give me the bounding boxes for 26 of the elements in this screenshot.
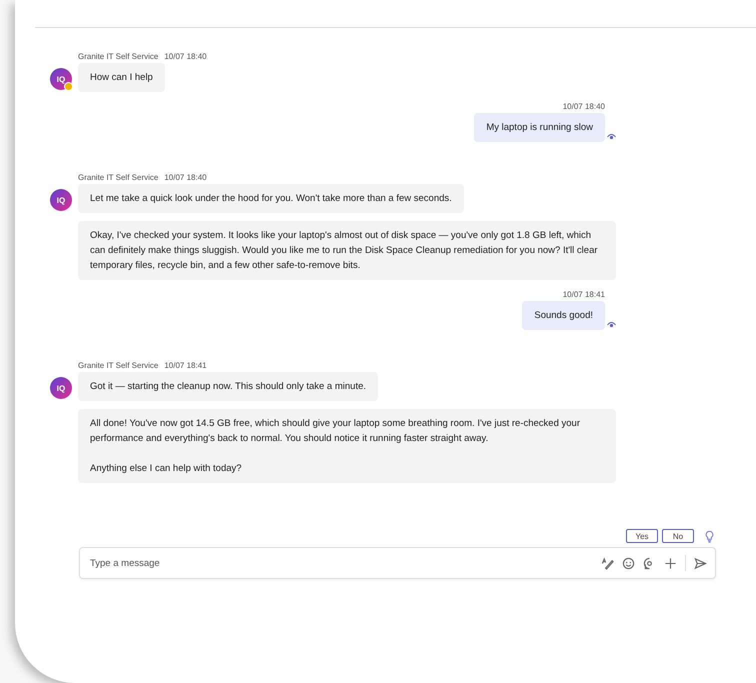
composer-box[interactable]: Type a message	[79, 547, 716, 579]
bot-avatar: IQ	[50, 68, 72, 90]
message-time: 10/07 18:41	[562, 290, 605, 299]
plus-icon[interactable]	[664, 556, 677, 570]
message-time: 10/07 18:40	[562, 102, 605, 111]
bot-avatar: IQ	[50, 189, 72, 211]
message-bubble: Okay, I've checked your system. It looks like your laptop's almost out of disk space — you've only got 1.8 GB left, which can definitely make things sluggish. Would you like me to run the Disk Space Cleanup remediation for you now? It'll clear temporary files, recycle bin, and a few other safe-to-remove bits.	[78, 221, 616, 280]
message-time: 10/07 18:41	[164, 361, 207, 370]
message-bubble: My laptop is running slow	[474, 113, 605, 142]
lightbulb-icon[interactable]	[703, 530, 716, 542]
bot-avatar: IQ	[50, 377, 72, 399]
send-icon[interactable]	[694, 556, 707, 570]
quick-reply-button[interactable]: Yes	[626, 529, 658, 543]
message-bubble: Let me take a quick look under the hood for you. Won't take more than a few seconds.	[78, 184, 464, 213]
message-bubble: All done! You've now got 14.5 GB free, which should give your laptop some breathing room. I've just re-checked your performance and everything's back to normal. You should notice it running faster straight away. Anything else I can help with today?	[78, 409, 616, 483]
message-bubble: How can I help	[78, 63, 165, 92]
emoji-icon[interactable]	[622, 556, 635, 570]
message-bubble: Got it — starting the cleanup now. This should only take a minute.	[78, 372, 378, 401]
message-time: 10/07 18:40	[164, 52, 207, 61]
quick-reply-button[interactable]: No	[662, 529, 694, 543]
sender-name: Granite IT Self Service	[78, 173, 158, 182]
sender-name: Granite IT Self Service	[78, 52, 158, 61]
format-icon[interactable]	[601, 556, 614, 570]
message-time: 10/07 18:40	[164, 173, 207, 182]
message-bubble: Sounds good!	[522, 301, 605, 330]
sender-name: Granite IT Self Service	[78, 361, 158, 370]
